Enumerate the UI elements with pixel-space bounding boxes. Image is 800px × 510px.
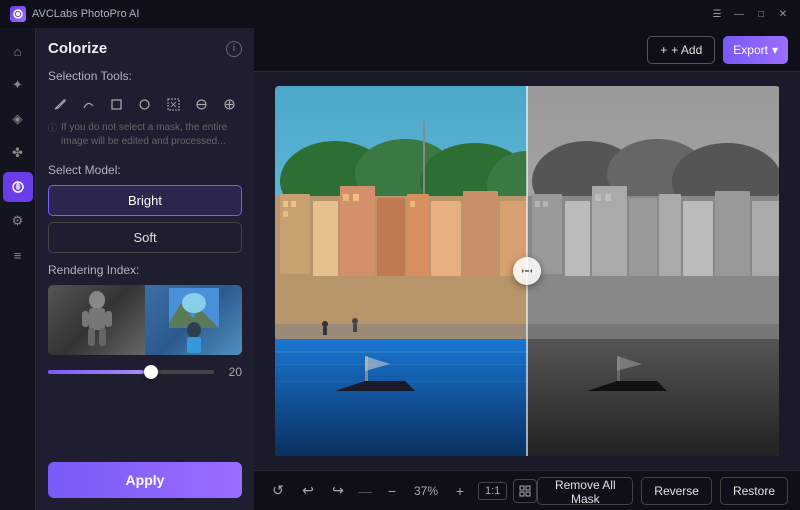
export-button[interactable]: Export ▾ <box>723 36 788 64</box>
add-tool[interactable] <box>218 91 242 117</box>
reverse-btn[interactable]: Reverse <box>641 477 712 505</box>
select-tool[interactable] <box>161 91 185 117</box>
image-container <box>275 86 780 456</box>
zoom-out-btn[interactable]: − <box>380 479 404 503</box>
rendering-label: Rendering Index: <box>48 263 242 277</box>
sidebar-settings[interactable]: ⚙ <box>3 206 33 236</box>
curve-tool[interactable] <box>76 91 100 117</box>
sidebar-colorize[interactable] <box>3 172 33 202</box>
ellipse-tool[interactable] <box>133 91 157 117</box>
sidebar: ⌂ ✦ ◈ ✤ ⚙ ≡ <box>0 28 36 510</box>
titlebar: AVCLabs PhotoPro AI ☰ — □ ✕ <box>0 0 800 28</box>
sidebar-effects[interactable]: ✤ <box>3 138 33 168</box>
rect-tool[interactable] <box>105 91 129 117</box>
restore-btn[interactable]: Restore <box>720 477 788 505</box>
zoom-controls: ↺ ↩ ↪ — − 37% + 1:1 <box>266 479 537 503</box>
window-controls: ☰ — □ ✕ <box>710 7 790 21</box>
undo-btn[interactable]: ↩ <box>296 479 320 503</box>
info-icon[interactable]: i <box>226 41 242 57</box>
zoom-level: 37% <box>410 484 442 498</box>
sidebar-tools[interactable]: ◈ <box>3 104 33 134</box>
select-model-label: Select Model: <box>48 163 242 177</box>
preview-left <box>48 285 145 355</box>
bottom-bar: ↺ ↩ ↪ — − 37% + 1:1 Remove All <box>254 470 800 510</box>
add-button[interactable]: + + Add <box>647 36 715 64</box>
rendering-preview <box>48 285 242 355</box>
grayscale-half <box>527 86 780 456</box>
panel-title: Colorize <box>48 40 107 57</box>
preview-right <box>145 285 242 355</box>
slider-value: 20 <box>222 365 242 379</box>
refresh-btn[interactable]: ↺ <box>266 479 290 503</box>
left-panel: Colorize i Selection Tools: <box>36 28 254 510</box>
slider-thumb[interactable] <box>144 365 158 379</box>
zoom-in-btn[interactable]: + <box>448 479 472 503</box>
canvas-area <box>254 72 800 470</box>
remove-mask-btn[interactable]: Remove All Mask <box>537 477 633 505</box>
fit-btn[interactable] <box>513 479 537 503</box>
slider-fill <box>48 370 144 374</box>
pencil-tool[interactable] <box>48 91 72 117</box>
export-arrow-icon: ▾ <box>772 43 778 57</box>
sidebar-home[interactable]: ⌂ <box>3 36 33 66</box>
minimize-btn[interactable]: — <box>732 7 746 21</box>
panel-header: Colorize i <box>48 40 242 57</box>
main-area: + + Add Export ▾ <box>254 28 800 510</box>
top-bar: + + Add Export ▾ <box>254 28 800 72</box>
maximize-btn[interactable]: □ <box>754 7 768 21</box>
app-body: ⌂ ✦ ◈ ✤ ⚙ ≡ Colorize i Selection Tools: <box>0 28 800 510</box>
model-bright-btn[interactable]: Bright <box>48 185 242 216</box>
ratio-btn[interactable]: 1:1 <box>478 482 507 500</box>
sidebar-layers[interactable]: ≡ <box>3 240 33 270</box>
app-title: AVCLabs PhotoPro AI <box>32 8 710 20</box>
slider-row: 20 <box>48 365 242 379</box>
remove-tool[interactable] <box>189 91 213 117</box>
colorized-half <box>275 86 528 456</box>
menu-btn[interactable]: ☰ <box>710 7 724 21</box>
hint-text: ⓘ If you do not select a mask, the entir… <box>48 121 242 149</box>
tools-row <box>48 91 242 117</box>
zoom-separator: — <box>358 483 372 499</box>
rendering-slider-track[interactable] <box>48 370 214 374</box>
split-handle[interactable] <box>513 257 541 285</box>
close-btn[interactable]: ✕ <box>776 7 790 21</box>
redo-btn[interactable]: ↪ <box>326 479 350 503</box>
selection-tools-label: Selection Tools: <box>48 69 242 83</box>
app-icon <box>10 6 26 22</box>
model-soft-btn[interactable]: Soft <box>48 222 242 253</box>
plus-icon: + <box>660 43 667 57</box>
action-buttons: Remove All Mask Reverse Restore <box>537 477 788 505</box>
hint-icon: ⓘ <box>48 122 57 135</box>
split-divider <box>526 86 528 456</box>
apply-button[interactable]: Apply <box>48 462 242 498</box>
sidebar-enhance[interactable]: ✦ <box>3 70 33 100</box>
